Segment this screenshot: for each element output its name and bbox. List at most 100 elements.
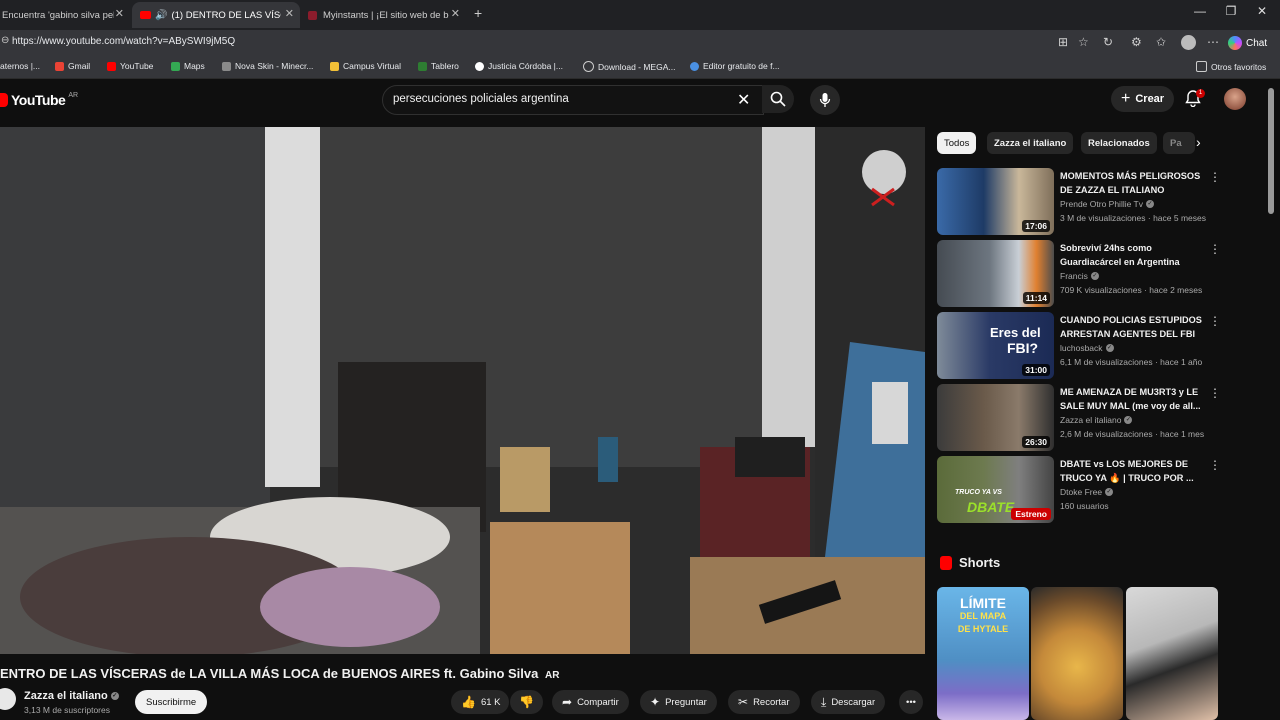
search-button[interactable] bbox=[762, 85, 794, 113]
justicia-icon bbox=[475, 61, 484, 71]
clear-search-icon[interactable]: ✕ bbox=[737, 90, 750, 110]
more-vert-icon[interactable]: ⋮ bbox=[1209, 458, 1221, 472]
site-info-icon[interactable]: ⊖ bbox=[1, 35, 9, 46]
verified-check-icon: ✓ bbox=[1105, 488, 1114, 496]
more-dots-icon: ••• bbox=[906, 696, 916, 708]
recommendation-title[interactable]: DBATE vs LOS MEJORES DE TRUCO YA 🔥 | TRU… bbox=[1060, 458, 1205, 485]
url-field[interactable]: https://www.youtube.com/watch?v=ABySWI9j… bbox=[12, 36, 235, 47]
bookmark-campus-virtual[interactable]: Campus Virtual bbox=[330, 61, 401, 71]
bookmark-editor[interactable]: Editor gratuito de f... bbox=[690, 61, 780, 71]
page-scrollbar[interactable] bbox=[1268, 88, 1274, 214]
search-input[interactable]: persecuciones policiales argentina bbox=[393, 93, 569, 105]
account-avatar[interactable] bbox=[1224, 88, 1246, 110]
close-tab-icon[interactable]: ✕ bbox=[115, 7, 124, 20]
bookmark-aternos[interactable]: aternos |... bbox=[0, 61, 40, 71]
recommendation-title[interactable]: MOMENTOS MÁS PELIGROSOS DE ZAZZA EL ITAL… bbox=[1060, 170, 1205, 197]
bookmark-mega[interactable]: Download - MEGA... bbox=[583, 61, 675, 72]
video-thumbnail[interactable]: 17:06 bbox=[937, 168, 1054, 235]
recommendation-channel[interactable]: Dtoke Free ✓ bbox=[1060, 487, 1114, 497]
more-actions-button[interactable]: ••• bbox=[899, 690, 923, 714]
video-thumbnail[interactable]: 11:14 bbox=[937, 240, 1054, 307]
bookmark-gmail[interactable]: Gmail bbox=[55, 61, 90, 71]
bookmark-justicia-cordoba[interactable]: Justicia Córdoba |... bbox=[475, 61, 563, 71]
recommendation-item[interactable]: Eres del FBI? 31:00 CUANDO POLICIAS ESTU… bbox=[937, 312, 1237, 380]
bookmark-maps[interactable]: Maps bbox=[171, 61, 205, 71]
speaker-icon[interactable]: 🔊 bbox=[155, 10, 167, 21]
bookmark-label: aternos |... bbox=[0, 61, 41, 71]
copilot-chat-button[interactable]: Chat bbox=[1228, 34, 1267, 52]
more-vert-icon[interactable]: ⋮ bbox=[1209, 314, 1221, 328]
video-thumbnail[interactable]: Eres del FBI? 31:00 bbox=[937, 312, 1054, 379]
channel-avatar[interactable] bbox=[0, 688, 16, 710]
recommendation-title[interactable]: ME AMENAZA DE MU3RT3 y LE SALE MUY MAL (… bbox=[1060, 386, 1205, 413]
channel-name[interactable]: Zazza el italiano ✓ bbox=[24, 690, 119, 702]
recommendation-title[interactable]: Sobreviví 24hs como Guardiacárcel en Arg… bbox=[1060, 242, 1205, 269]
dislike-button[interactable]: 👎 bbox=[510, 690, 543, 714]
download-button[interactable]: ⤓ Descargar bbox=[811, 690, 886, 714]
short-thumbnail[interactable]: LÍMITE DEL MAPA DE HYTALE bbox=[937, 587, 1029, 720]
recommendation-item[interactable]: 26:30 ME AMENAZA DE MU3RT3 y LE SALE MUY… bbox=[937, 384, 1237, 452]
subscribe-button[interactable]: Suscribirme bbox=[135, 690, 208, 714]
refresh-icon[interactable]: ↻ bbox=[1103, 35, 1113, 49]
recommendation-channel[interactable]: luchosback ✓ bbox=[1060, 343, 1114, 353]
thumbnail-text: FBI? bbox=[1007, 340, 1039, 356]
restore-icon[interactable]: ❐ bbox=[1216, 4, 1246, 18]
short-thumbnail[interactable] bbox=[1031, 587, 1123, 720]
create-button[interactable]: + Crear bbox=[1111, 86, 1175, 112]
video-thumbnail[interactable]: 26:30 bbox=[937, 384, 1054, 451]
youtube-logo[interactable]: YouTube AR bbox=[0, 92, 78, 108]
favorites-icon[interactable]: ✩ bbox=[1156, 35, 1166, 49]
more-menu-icon[interactable]: ⋯ bbox=[1207, 35, 1219, 49]
favorite-star-icon[interactable]: ☆ bbox=[1078, 35, 1089, 49]
chip-related[interactable]: Relacionados bbox=[1081, 132, 1157, 154]
video-player[interactable] bbox=[0, 127, 925, 654]
chip-todos[interactable]: Todos bbox=[937, 132, 977, 154]
ask-button[interactable]: ✦ Preguntar bbox=[640, 690, 717, 714]
microphone-icon bbox=[819, 93, 831, 107]
chip-partial[interactable]: Pa bbox=[1163, 132, 1195, 154]
minimize-icon[interactable]: — bbox=[1185, 4, 1215, 18]
more-vert-icon[interactable]: ⋮ bbox=[1209, 170, 1221, 184]
video-thumbnail[interactable]: TRUCO YA VS DBATE Estreno bbox=[937, 456, 1054, 523]
new-tab-icon[interactable]: + bbox=[474, 5, 482, 21]
other-favorites[interactable]: Otros favoritos bbox=[1196, 61, 1266, 72]
sparkle-icon: ✦ bbox=[650, 695, 661, 709]
bookmark-tablero[interactable]: Tablero bbox=[418, 61, 459, 71]
close-window-icon[interactable]: ✕ bbox=[1247, 4, 1277, 18]
download-icon: ⤓ bbox=[821, 694, 827, 709]
more-vert-icon[interactable]: ⋮ bbox=[1209, 386, 1221, 400]
search-box[interactable]: persecuciones policiales argentina ✕ bbox=[382, 85, 764, 115]
app-available-icon[interactable]: ⊞ bbox=[1058, 35, 1068, 49]
clip-button[interactable]: ✂ Recortar bbox=[728, 690, 800, 714]
extensions-icon[interactable]: ⚙ bbox=[1131, 35, 1142, 49]
share-button[interactable]: ➦ Compartir bbox=[552, 690, 629, 714]
recommendation-channel[interactable]: Francis ✓ bbox=[1060, 271, 1099, 281]
more-vert-icon[interactable]: ⋮ bbox=[1209, 242, 1221, 256]
chip-channel[interactable]: Zazza el italiano bbox=[987, 132, 1074, 154]
like-button[interactable]: 👍 61 K bbox=[451, 690, 509, 714]
chips-next-icon[interactable]: › bbox=[1196, 134, 1201, 150]
duration-badge: 31:00 bbox=[1022, 364, 1050, 376]
close-tab-icon[interactable]: ✕ bbox=[451, 7, 460, 20]
recommendation-item[interactable]: TRUCO YA VS DBATE Estreno DBATE vs LOS M… bbox=[937, 456, 1237, 524]
short-thumbnail[interactable] bbox=[1126, 587, 1218, 720]
recommendation-title[interactable]: CUANDO POLICIAS ESTUPIDOS ARRESTAN AGENT… bbox=[1060, 314, 1205, 341]
short-text: DE HYTALE bbox=[957, 624, 1009, 634]
recommendation-item[interactable]: 11:14 Sobreviví 24hs como Guardiacárcel … bbox=[937, 240, 1237, 308]
profile-icon[interactable] bbox=[1181, 35, 1196, 50]
browser-tab[interactable]: Encuentra 'gabino silva pelea d ✕ bbox=[0, 2, 130, 28]
browser-tab[interactable]: Myinstants | ¡El sitio web de boton ✕ bbox=[302, 2, 466, 28]
bookmark-label: Editor gratuito de f... bbox=[703, 61, 780, 71]
recommendation-channel[interactable]: Prende Otro Phillie Tv ✓ bbox=[1060, 199, 1154, 209]
recommendation-item[interactable]: 17:06 MOMENTOS MÁS PELIGROSOS DE ZAZZA E… bbox=[937, 168, 1237, 236]
clip-label: Recortar bbox=[753, 696, 790, 708]
voice-search-button[interactable] bbox=[810, 85, 840, 115]
bookmark-youtube[interactable]: YouTube bbox=[107, 61, 153, 71]
close-tab-icon[interactable]: ✕ bbox=[285, 7, 294, 20]
shorts-title: Shorts bbox=[959, 555, 1001, 570]
bookmark-nova-skin[interactable]: Nova Skin - Minecr... bbox=[222, 61, 313, 71]
plus-icon: + bbox=[1121, 90, 1131, 107]
campus-icon bbox=[330, 61, 339, 71]
recommendation-channel[interactable]: Zazza el italiano ✓ bbox=[1060, 415, 1133, 425]
browser-tab-active[interactable]: 🔊 (1) DENTRO DE LAS VÍSCERAS ✕ bbox=[132, 2, 300, 28]
